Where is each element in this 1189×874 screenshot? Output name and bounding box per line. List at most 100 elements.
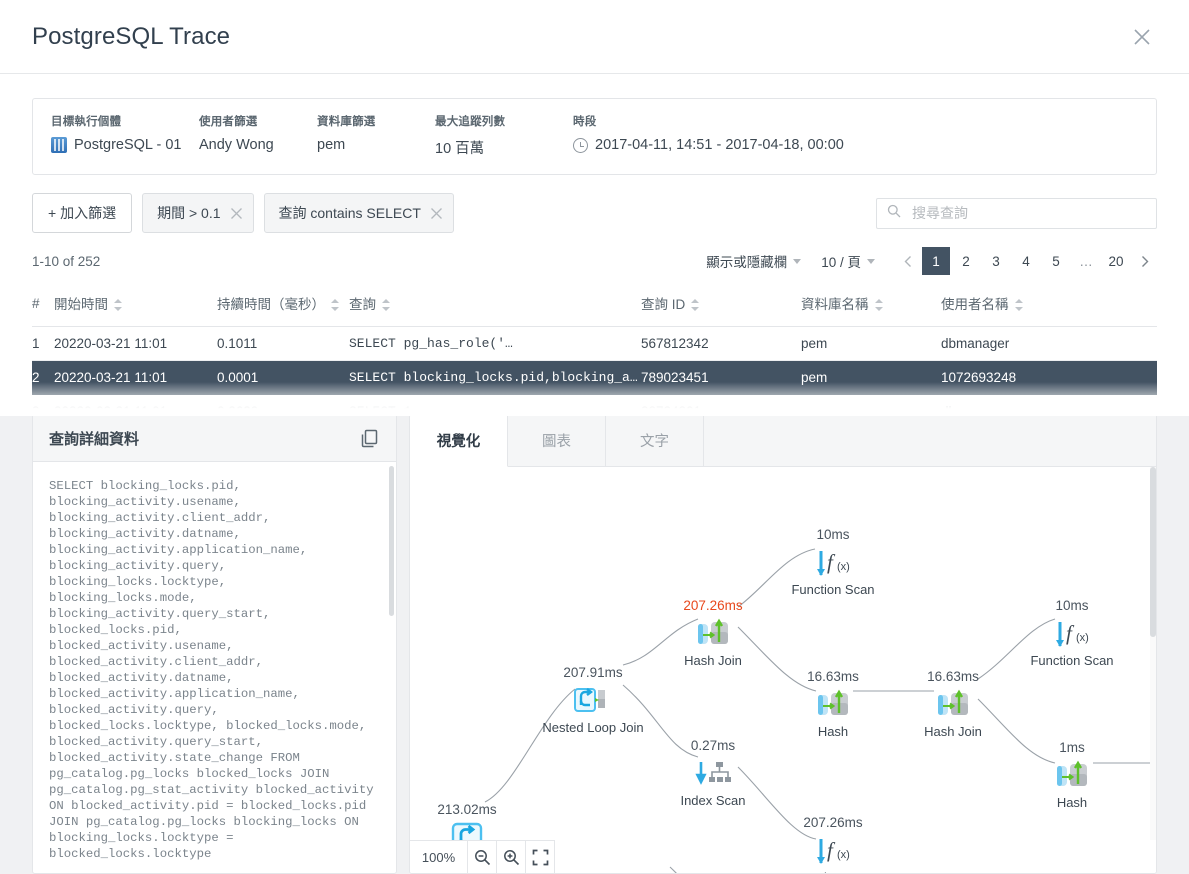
plan-node-cost: 207.26ms xyxy=(773,815,893,830)
plan-node-function-scan[interactable]: 10ms f(x) Function Scan xyxy=(773,527,893,597)
summary-label: 最大追蹤列數 xyxy=(435,113,549,129)
cell-duration: 0.0001 xyxy=(217,361,349,395)
nested-loop-join-icon xyxy=(533,683,653,717)
page-button-2[interactable]: 2 xyxy=(952,247,980,275)
columns-toggle-dropdown[interactable]: 顯示或隱藏欄 xyxy=(706,251,801,271)
function-scan-icon: f(x) xyxy=(773,545,893,579)
add-filter-button[interactable]: + 加入篩選 xyxy=(32,193,132,233)
copy-icon[interactable] xyxy=(359,428,380,449)
tab-chart[interactable]: 圖表 xyxy=(508,415,606,466)
plan-node-function-scan[interactable]: 10ms f(x) Function Scan xyxy=(1012,598,1132,668)
column-header-index: # xyxy=(32,289,54,327)
page-button-20[interactable]: 20 xyxy=(1102,247,1130,275)
pagination-row: 1-10 of 252 顯示或隱藏欄 10 / 頁 1 2 3 4 5 … 20 xyxy=(0,233,1189,275)
page-button-4[interactable]: 4 xyxy=(1012,247,1040,275)
cell-query: SELECT blocking_locks.pid,blocking_act… xyxy=(349,361,641,395)
chevron-down-icon xyxy=(867,259,875,264)
table-row[interactable]: 2 20220-03-21 11:01 0.0001 SELECT blocki… xyxy=(32,361,1157,395)
page-button-5[interactable]: 5 xyxy=(1042,247,1070,275)
column-header-query-id[interactable]: 查詢 ID xyxy=(641,289,801,327)
summary-value-text: PostgreSQL - 01 xyxy=(74,137,181,153)
plan-node-label: Hash xyxy=(773,724,893,739)
viz-scrollbar[interactable] xyxy=(1150,467,1156,840)
sort-icon[interactable] xyxy=(1015,299,1023,311)
zoom-out-icon[interactable] xyxy=(467,841,496,873)
summary-item-target-instance: 目標執行個體 PostgreSQL - 01 xyxy=(51,113,199,158)
viz-tabs: 視覺化 圖表 文字 xyxy=(410,415,1156,467)
sort-icon[interactable] xyxy=(382,299,390,311)
plan-node-cost: 0.27ms xyxy=(653,738,773,753)
summary-value: PostgreSQL - 01 xyxy=(51,137,175,153)
sql-text-area[interactable]: SELECT blocking_locks.pid, blocking_acti… xyxy=(33,462,396,873)
filter-chip-duration[interactable]: 期間 > 0.1 xyxy=(142,193,253,233)
svg-text:f: f xyxy=(827,550,836,574)
sort-icon[interactable] xyxy=(875,299,883,311)
plan-node-label: Index Scan xyxy=(653,793,773,808)
fullscreen-icon[interactable] xyxy=(525,841,554,873)
remove-filter-icon[interactable] xyxy=(230,207,243,220)
column-header-database[interactable]: 資料庫名稱 xyxy=(801,289,941,327)
summary-section: 目標執行個體 PostgreSQL - 01 使用者篩選 Andy Wong 資… xyxy=(0,74,1189,175)
summary-item-user-filter: 使用者篩選 Andy Wong xyxy=(199,113,317,158)
plan-node-label: Hash Join xyxy=(653,653,773,668)
plan-node-hash-join[interactable]: 207.26ms Hash Join xyxy=(653,598,773,668)
sort-icon[interactable] xyxy=(331,299,339,311)
column-header-query[interactable]: 查詢 xyxy=(349,289,641,327)
sort-icon[interactable] xyxy=(114,299,122,311)
query-detail-panel: 查詢詳細資料 SELECT blocking_locks.pid, blocki… xyxy=(32,414,397,874)
plan-node-cost: 213.02ms xyxy=(410,802,527,817)
tab-visualization[interactable]: 視覺化 xyxy=(410,415,508,467)
index-scan-icon xyxy=(653,756,773,790)
explain-plan-canvas[interactable]: 10ms f(x) Function Scan 207.26ms Hash Jo… xyxy=(410,467,1156,873)
svg-text:(x): (x) xyxy=(1076,632,1089,644)
summary-label: 資料庫篩選 xyxy=(317,113,411,129)
column-header-duration[interactable]: 持續時間（毫秒） xyxy=(217,289,349,327)
column-header-username[interactable]: 使用者名稱 xyxy=(941,289,1157,327)
plan-node-label: Function Scan xyxy=(773,582,893,597)
table-header-row: # 開始時間 持續時間（毫秒） 查詢 查詢 ID 資料庫名稱 使用者名稱 xyxy=(32,289,1157,327)
table-row[interactable]: 1 20220-03-21 11:01 0.1011 SELECT pg_has… xyxy=(32,327,1157,361)
search-box[interactable] xyxy=(876,198,1157,229)
filter-bar: + 加入篩選 期間 > 0.1 查詢 contains SELECT xyxy=(0,175,1189,233)
svg-text:(x): (x) xyxy=(837,561,850,573)
tab-text[interactable]: 文字 xyxy=(606,415,704,466)
summary-label: 目標執行個體 xyxy=(51,113,175,129)
filter-chip-query[interactable]: 查詢 contains SELECT xyxy=(264,193,454,233)
plan-node-function-scan[interactable]: 207.26ms f(x) Function Scan xyxy=(773,815,893,873)
next-page-button[interactable] xyxy=(1131,248,1157,274)
plan-node-cost: 10ms xyxy=(1012,598,1132,613)
svg-text:f: f xyxy=(1066,621,1075,645)
close-icon[interactable] xyxy=(1127,22,1157,52)
page-button-1[interactable]: 1 xyxy=(922,247,950,275)
plan-node-nested-loop-join[interactable]: 207.91ms Nested Loop Join xyxy=(533,665,653,735)
summary-value-text: 2017-04-11, 14:51 - 2017-04-18, 00:00 xyxy=(595,137,844,153)
summary-value: 10 百萬 xyxy=(435,137,549,158)
remove-filter-icon[interactable] xyxy=(430,207,443,220)
plan-node-hash[interactable]: 16.63ms Hash xyxy=(773,669,893,739)
function-scan-icon: f(x) xyxy=(1012,616,1132,650)
summary-card: 目標執行個體 PostgreSQL - 01 使用者篩選 Andy Wong 資… xyxy=(32,98,1157,175)
page-button-3[interactable]: 3 xyxy=(982,247,1010,275)
dialog-titlebar: PostgreSQL Trace xyxy=(0,0,1189,74)
plan-node-hash[interactable]: 1ms Hash xyxy=(1012,740,1132,810)
zoom-in-icon[interactable] xyxy=(496,841,525,873)
cell-start-time: 20220-03-21 11:01 xyxy=(54,327,217,361)
column-header-start-time[interactable]: 開始時間 xyxy=(54,289,217,327)
filter-chip-label: 查詢 contains SELECT xyxy=(279,203,421,223)
search-input[interactable] xyxy=(910,204,1146,222)
plan-node-cost: 16.63ms xyxy=(893,669,1013,684)
summary-label: 時段 xyxy=(573,113,844,129)
pager: 顯示或隱藏欄 10 / 頁 1 2 3 4 5 … 20 xyxy=(706,247,1157,275)
plan-node-index-scan[interactable]: 0.27ms Index Scan xyxy=(653,738,773,808)
sort-icon[interactable] xyxy=(691,299,699,311)
postgresql-icon xyxy=(51,137,67,153)
prev-page-button[interactable] xyxy=(895,248,921,274)
bottom-split: 查詢詳細資料 SELECT blocking_locks.pid, blocki… xyxy=(0,414,1189,874)
query-detail-title: 查詢詳細資料 xyxy=(49,428,139,449)
plan-node-hash-join[interactable]: 16.63ms Hash Join xyxy=(893,669,1013,739)
per-page-dropdown[interactable]: 10 / 頁 xyxy=(821,251,875,271)
hash-icon xyxy=(773,687,893,721)
sql-scrollbar[interactable] xyxy=(389,466,394,616)
cell-query-id: 567812342 xyxy=(641,327,801,361)
viz-scrollbar-thumb[interactable] xyxy=(1150,467,1156,637)
